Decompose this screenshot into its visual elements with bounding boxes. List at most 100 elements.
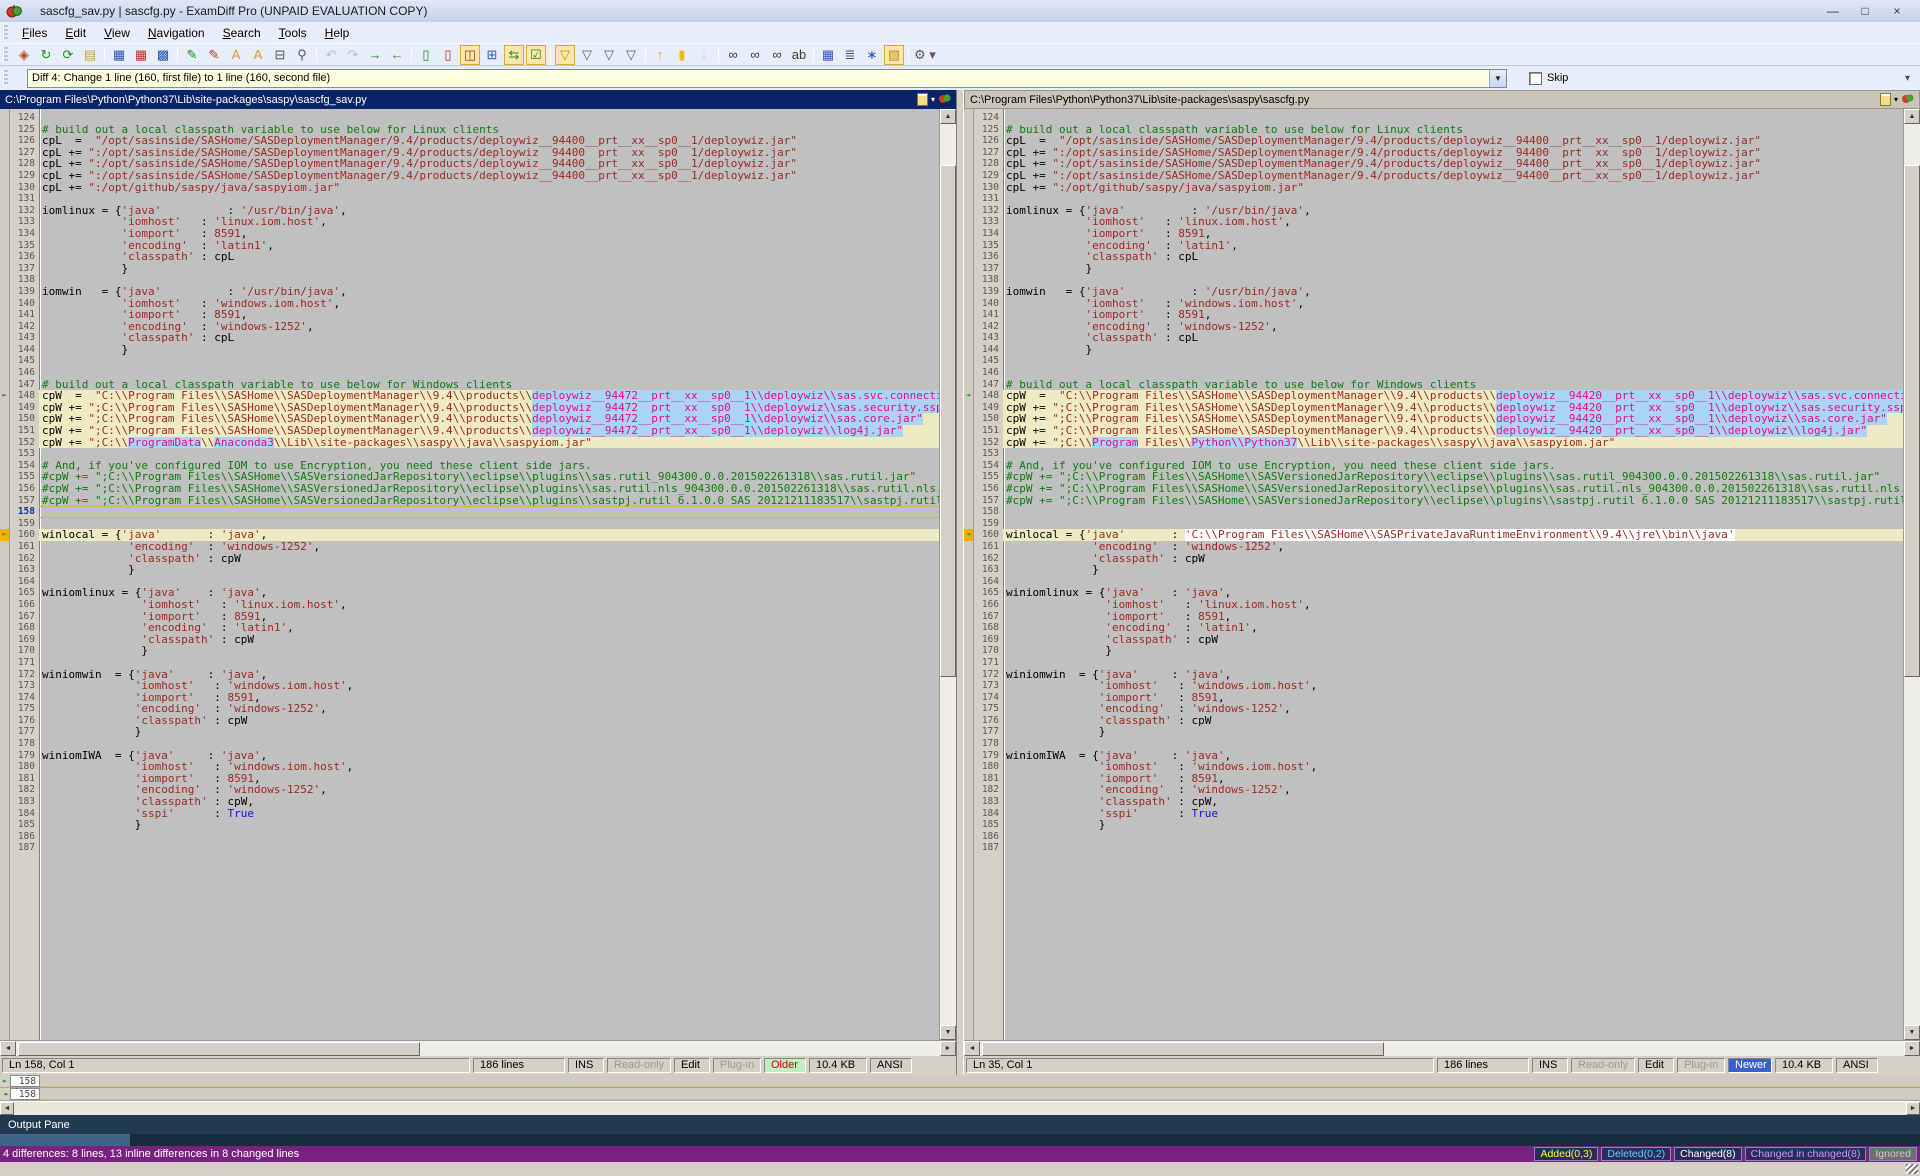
- code-line[interactable]: 179winiomIWA = {'java' : 'java',: [0, 750, 939, 762]
- code-line[interactable]: 128cpL += ":/opt/sasinside/SASHome/SASDe…: [964, 158, 1903, 170]
- scroll-right-icon[interactable]: ►: [940, 1041, 956, 1056]
- code-line[interactable]: 156#cpW += ";C:\\Program Files\\SASHome\…: [0, 483, 939, 495]
- recompare-options-button[interactable]: ⟳: [58, 45, 78, 65]
- code-line[interactable]: 151cpW += ";C:\\Program Files\\SASHome\\…: [964, 425, 1903, 437]
- code-line[interactable]: 149cpW += ";C:\\Program Files\\SASHome\\…: [0, 402, 939, 414]
- code-line[interactable]: 184 'sspi' : True: [0, 808, 939, 820]
- code-line[interactable]: 159: [964, 518, 1903, 530]
- code-line[interactable]: 166 'iomhost' : 'linux.iom.host',: [0, 599, 939, 611]
- code-line[interactable]: 180 'iomhost' : 'windows.iom.host',: [964, 761, 1903, 773]
- code-line[interactable]: 127cpL += ":/opt/sasinside/SASHome/SASDe…: [0, 147, 939, 159]
- print-preview-button[interactable]: ⚲: [292, 45, 312, 65]
- code-line[interactable]: 182 'encoding' : 'windows-1252',: [0, 784, 939, 796]
- horizontal-scrollbar[interactable]: ◄►: [964, 1040, 1920, 1056]
- go-forward-button[interactable]: →: [365, 45, 385, 65]
- code-line[interactable]: 178: [0, 738, 939, 750]
- code-line[interactable]: 170 }: [0, 645, 939, 657]
- code-line[interactable]: 143 'classpath' : cpL: [0, 332, 939, 344]
- code-line[interactable]: 129cpL += ":/opt/sasinside/SASHome/SASDe…: [0, 170, 939, 182]
- file-path-header[interactable]: C:\Program Files\Python\Python37\Lib\sit…: [0, 90, 956, 109]
- find-previous-button[interactable]: ∞: [767, 45, 787, 65]
- code-line[interactable]: 130cpL += ":/opt/github/saspy/java/saspy…: [0, 182, 939, 194]
- code-line[interactable]: 175 'encoding' : 'windows-1252',: [964, 703, 1903, 715]
- output-pane-header[interactable]: Output Pane: [0, 1115, 1920, 1134]
- code-line[interactable]: 176 'classpath' : cpW: [0, 715, 939, 727]
- code-scroll-region[interactable]: 124125# build out a local classpath vari…: [0, 109, 939, 1040]
- code-line[interactable]: 176 'classpath' : cpW: [964, 715, 1903, 727]
- code-line[interactable]: 146: [964, 367, 1903, 379]
- code-line[interactable]: 182 'encoding' : 'windows-1252',: [964, 784, 1903, 796]
- code-line[interactable]: 187: [0, 842, 939, 854]
- code-line[interactable]: 181 'iomport' : 8591,: [964, 773, 1903, 785]
- code-line[interactable]: 145: [964, 355, 1903, 367]
- code-line[interactable]: 131: [964, 193, 1903, 205]
- minimize-button[interactable]: —: [1822, 4, 1844, 18]
- code-line[interactable]: 169 'classpath' : cpW: [964, 634, 1903, 646]
- code-line[interactable]: 173 'iomhost' : 'windows.iom.host',: [964, 680, 1903, 692]
- statistics-button[interactable]: ▧: [884, 45, 904, 65]
- code-line[interactable]: 174 'iomport' : 8591,: [0, 692, 939, 704]
- code-line[interactable]: 144 }: [0, 344, 939, 356]
- find-next-button[interactable]: ∞: [745, 45, 765, 65]
- code-line[interactable]: 171: [964, 657, 1903, 669]
- code-line[interactable]: 184 'sspi' : True: [964, 808, 1903, 820]
- save-file-button[interactable]: ▦: [109, 45, 129, 65]
- copy-path-icon[interactable]: [1880, 93, 1891, 106]
- mini-diff-row[interactable]: ►158: [0, 1088, 1920, 1101]
- skip-checkbox[interactable]: [1529, 72, 1542, 85]
- scroll-left-icon[interactable]: ◄: [0, 1041, 16, 1056]
- code-line[interactable]: 132iomlinux = {'java' : '/usr/bin/java',: [964, 205, 1903, 217]
- code-line[interactable]: 138: [964, 274, 1903, 286]
- code-line[interactable]: 168 'encoding' : 'latin1',: [0, 622, 939, 634]
- current-diff-marker-icon[interactable]: ►: [2, 529, 6, 540]
- code-line[interactable]: 152cpW += ";C:\\ProgramData\\Anaconda3\\…: [0, 437, 939, 449]
- code-line[interactable]: 177 }: [0, 726, 939, 738]
- scrollbar-thumb[interactable]: [1904, 165, 1920, 677]
- code-line[interactable]: 183 'classpath' : cpW,: [964, 796, 1903, 808]
- copy-path-dropdown-icon[interactable]: ▾: [1894, 95, 1898, 104]
- code-line[interactable]: 187: [964, 842, 1903, 854]
- code-line[interactable]: ►160winlocal = {'java' : 'java',: [0, 529, 939, 541]
- code-line[interactable]: 149cpW += ";C:\\Program Files\\SASHome\\…: [964, 402, 1903, 414]
- code-line[interactable]: 159: [0, 518, 939, 530]
- code-line[interactable]: 179winiomIWA = {'java' : 'java',: [964, 750, 1903, 762]
- filter-changed-button[interactable]: ▽: [621, 45, 641, 65]
- scroll-right-icon[interactable]: ►: [1904, 1041, 1920, 1056]
- code-line[interactable]: 183 'classpath' : cpW,: [0, 796, 939, 808]
- code-line[interactable]: 125# build out a local classpath variabl…: [964, 124, 1903, 136]
- code-line[interactable]: 152cpW += ";C:\\Program Files\\Python\\P…: [964, 437, 1903, 449]
- code-line[interactable]: 141 'iomport' : 8591,: [964, 309, 1903, 321]
- scroll-up-icon[interactable]: ▲: [1904, 109, 1920, 124]
- current-diff-marker-icon[interactable]: ►: [966, 529, 970, 540]
- code-line[interactable]: ►148cpW = "C:\\Program Files\\SASHome\\S…: [0, 390, 939, 402]
- code-line[interactable]: 161 'encoding' : 'windows-1252',: [0, 541, 939, 553]
- code-line[interactable]: 151cpW += ";C:\\Program Files\\SASHome\\…: [0, 425, 939, 437]
- code-line[interactable]: 124: [0, 112, 939, 124]
- code-line[interactable]: 139iomwin = {'java' : '/usr/bin/java',: [964, 286, 1903, 298]
- copy-path-icon[interactable]: [917, 93, 928, 106]
- mini-pane-hscrollbar[interactable]: ◄ ►: [0, 1101, 1920, 1115]
- vertical-scrollbar[interactable]: ▲▼: [939, 109, 956, 1040]
- mini-scroll-left-icon[interactable]: ◄: [0, 1102, 14, 1115]
- code-line[interactable]: 142 'encoding' : 'windows-1252',: [0, 321, 939, 333]
- menu-files[interactable]: Files: [13, 24, 56, 42]
- code-line[interactable]: 141 'iomport' : 8591,: [0, 309, 939, 321]
- code-line[interactable]: 136 'classpath' : cpL: [0, 251, 939, 263]
- code-line[interactable]: 155#cpW += ";C:\\Program Files\\SASHome\…: [0, 471, 939, 483]
- code-line[interactable]: 140 'iomhost' : 'windows.iom.host',: [964, 298, 1903, 310]
- code-line[interactable]: ►148cpW = "C:\\Program Files\\SASHome\\S…: [964, 390, 1903, 402]
- mini-scroll-right-icon[interactable]: ►: [1906, 1102, 1920, 1115]
- compare-files-button[interactable]: ◈: [14, 45, 34, 65]
- code-line[interactable]: 135 'encoding' : 'latin1',: [0, 240, 939, 252]
- current-diff-button[interactable]: ▮: [672, 45, 692, 65]
- menu-edit[interactable]: Edit: [56, 24, 95, 42]
- horizontal-split-button[interactable]: ⊞: [482, 45, 502, 65]
- vertical-split-button[interactable]: ◫: [460, 45, 480, 65]
- code-line[interactable]: 166 'iomhost' : 'linux.iom.host',: [964, 599, 1903, 611]
- find-button[interactable]: ∞: [723, 45, 743, 65]
- previous-diff-button[interactable]: ↑: [650, 45, 670, 65]
- code-line[interactable]: 185 }: [964, 819, 1903, 831]
- code-line[interactable]: 144 }: [964, 344, 1903, 356]
- code-line[interactable]: 154# And, if you've configured IOM to us…: [964, 460, 1903, 472]
- diffbar-grip[interactable]: [3, 70, 8, 87]
